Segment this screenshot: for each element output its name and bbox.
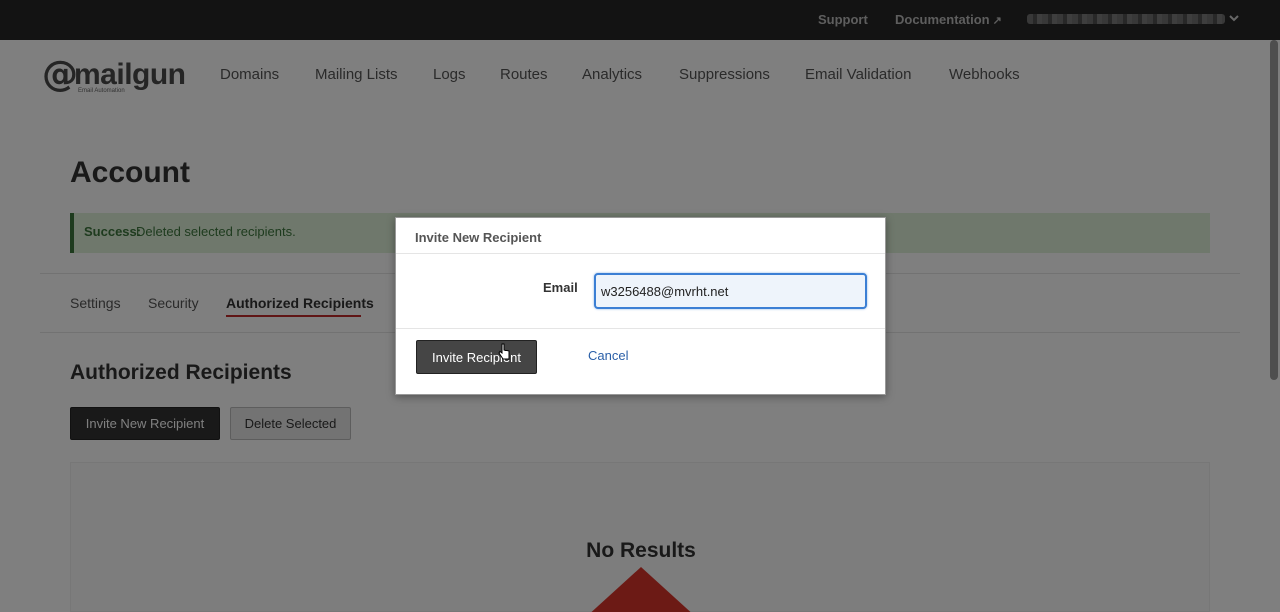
hand-cursor-icon: [498, 343, 510, 360]
cancel-link[interactable]: Cancel: [588, 348, 628, 363]
modal-title: Invite New Recipient: [415, 230, 542, 245]
email-input[interactable]: [594, 273, 867, 309]
modal-header: Invite New Recipient: [396, 218, 885, 254]
email-label: Email: [543, 280, 578, 295]
invite-recipient-button[interactable]: Invite Recipient: [416, 340, 537, 374]
invite-recipient-modal: Invite New Recipient Email Invite Recipi…: [395, 217, 886, 395]
modal-divider: [396, 328, 885, 329]
